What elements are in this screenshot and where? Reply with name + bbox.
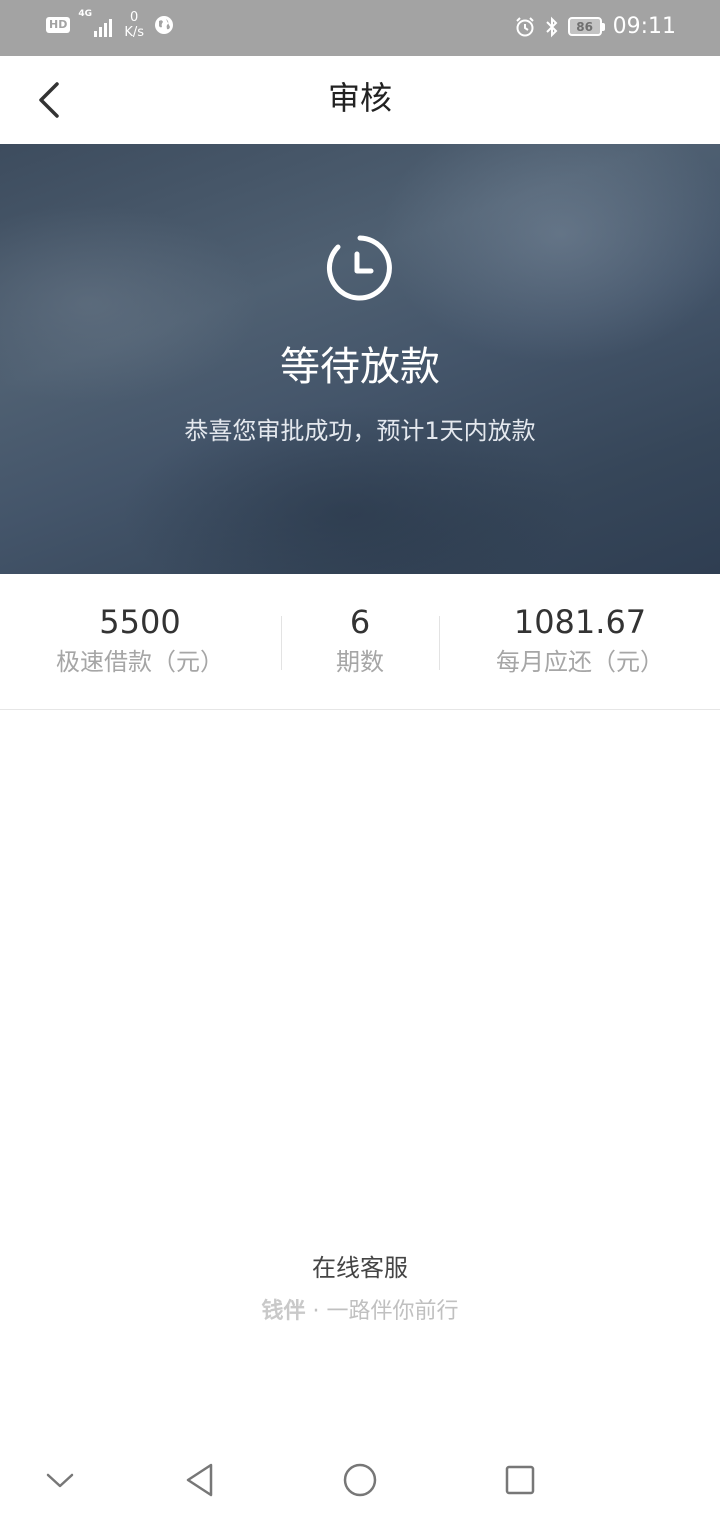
loan-summary: 5500 极速借款（元） 6 期数 1081.67 每月应还（元） <box>0 574 720 710</box>
chevron-down-icon <box>46 1473 74 1488</box>
network-type: 4G <box>78 9 92 19</box>
hd-badge: HD <box>46 17 71 33</box>
speed-unit: K/s <box>124 25 145 40</box>
square-recent-icon <box>505 1465 535 1495</box>
installments-value: 6 <box>349 603 371 641</box>
brand-slogan: 钱伴 · 一路伴你前行 <box>0 1296 720 1328</box>
battery-level: 86 <box>567 17 602 36</box>
banner-texture <box>380 144 720 364</box>
system-home-button[interactable] <box>334 1454 386 1506</box>
system-back-button[interactable] <box>174 1454 226 1506</box>
installments-stat: 6 期数 <box>282 602 438 680</box>
app-screen: HD 4G 0 K/s 86 09:11 审核 等待放款 恭喜您审批成功，预计1… <box>0 0 720 1520</box>
slogan-separator: · <box>312 1299 320 1324</box>
clock-icon <box>326 235 392 301</box>
status-banner: 等待放款 恭喜您审批成功，预计1天内放款 <box>0 144 720 574</box>
alarm-icon <box>515 16 534 36</box>
system-recents-button[interactable] <box>494 1454 546 1506</box>
loan-amount-value: 5500 <box>99 603 181 641</box>
clock-time: 09:11 <box>612 14 676 39</box>
signal-icon: 4G <box>78 9 113 37</box>
loan-amount-stat: 5500 极速借款（元） <box>20 602 260 680</box>
battery-indicator: 86 <box>567 17 605 36</box>
signal-bar <box>94 31 98 37</box>
signal-bar <box>109 19 113 37</box>
loan-amount-label: 极速借款（元） <box>56 648 224 676</box>
bluetooth-icon <box>545 16 558 37</box>
signal-bar <box>99 27 103 37</box>
triangle-back-icon <box>186 1463 213 1497</box>
status-left-group: HD 4G 0 K/s <box>46 9 174 40</box>
network-speed: 0 K/s <box>124 10 144 40</box>
brand-logo: 钱伴 <box>261 1299 306 1324</box>
installments-label: 期数 <box>336 648 384 676</box>
monthly-payment-label: 每月应还（元） <box>496 648 664 676</box>
hide-nav-button[interactable] <box>34 1454 86 1506</box>
system-nav-bar <box>0 1440 720 1520</box>
nav-bar: 审核 <box>0 56 720 144</box>
circle-home-icon <box>343 1463 377 1497</box>
page-title: 审核 <box>327 79 392 117</box>
online-service-link[interactable]: 在线客服 <box>0 1250 720 1286</box>
globe-icon <box>155 16 174 34</box>
speed-value: 0 <box>130 10 139 25</box>
status-subtitle: 恭喜您审批成功，预计1天内放款 <box>184 417 536 445</box>
status-title: 等待放款 <box>280 344 440 390</box>
battery-tip <box>601 22 605 31</box>
stat-divider <box>439 616 440 670</box>
slogan-text: 一路伴你前行 <box>326 1299 459 1324</box>
status-right-group: 86 09:11 <box>514 14 676 39</box>
monthly-payment-value: 1081.67 <box>513 603 647 641</box>
status-bar: HD 4G 0 K/s 86 09:11 <box>0 0 720 56</box>
signal-bar <box>104 23 108 37</box>
monthly-payment-stat: 1081.67 每月应还（元） <box>450 602 710 680</box>
